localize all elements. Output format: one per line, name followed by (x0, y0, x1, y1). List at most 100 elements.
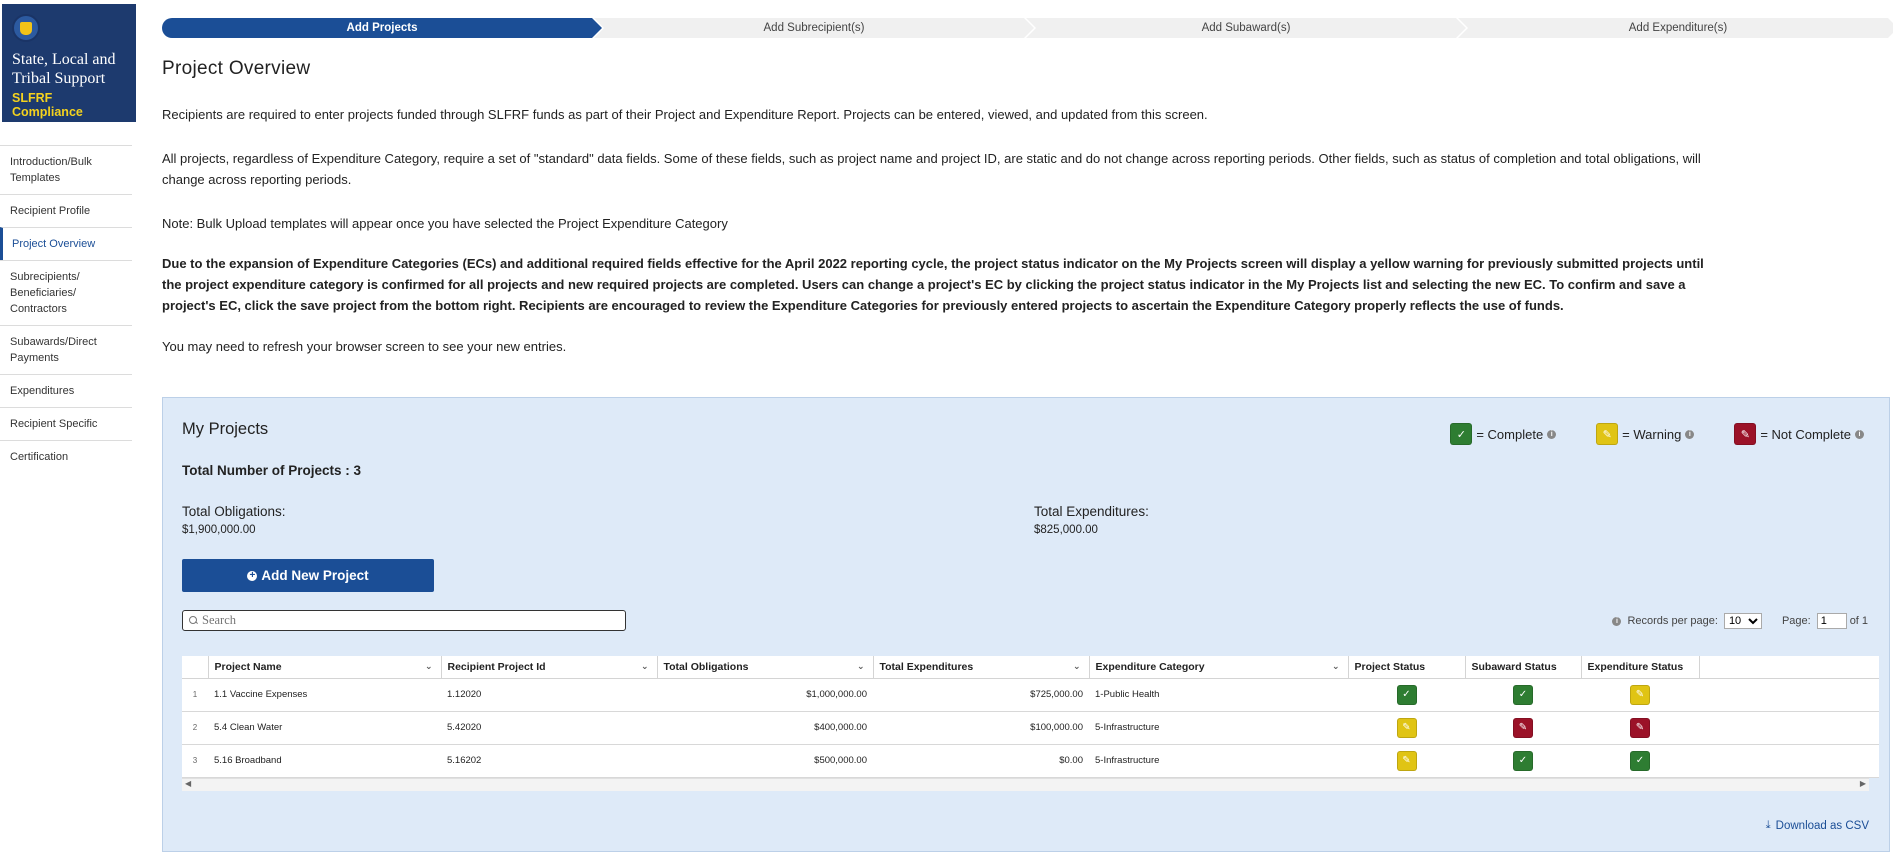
table-row[interactable]: 2 5.4 Clean Water 5.42020 $400,000.00 $100,0… (182, 711, 1879, 745)
main-content: Project Overview Recipients are required… (162, 58, 1722, 354)
column-header-expenditure-category[interactable]: Expenditure Category ⌄ (1089, 656, 1349, 679)
filler-cell (1699, 744, 1879, 778)
column-header-expenditure-status: Expenditure Status (1581, 656, 1700, 679)
sidebar-item-project-overview[interactable]: Project Overview (0, 227, 132, 260)
pencil-icon[interactable]: ✎ (1630, 684, 1650, 705)
search-input[interactable] (202, 613, 602, 628)
records-per-page-select[interactable]: 10 (1723, 613, 1762, 629)
project-status-cell: ✓ (1348, 678, 1465, 712)
sidebar-item-subawards[interactable]: Subawards/Direct Payments (0, 325, 132, 374)
records-per-page-label: Records per page: (1627, 615, 1718, 627)
sidebar-item-recipient-specific[interactable]: Recipient Specific (0, 407, 132, 440)
project-name-cell: 5.16 Broadband (208, 744, 441, 778)
info-icon[interactable]: i (1855, 429, 1864, 439)
expenditure-category-cell: 5-Infrastructure (1089, 744, 1348, 778)
chevron-down-icon[interactable]: ⌄ (1073, 661, 1081, 672)
table-row[interactable]: 1 1.1 Vaccine Expenses 1.12020 $1,000,000.0… (182, 678, 1879, 712)
search-icon (189, 616, 198, 625)
column-header-total-obligations[interactable]: Total Obligations ⌄ (657, 656, 874, 679)
scroll-right-icon[interactable]: ▶ (1860, 779, 1866, 788)
step-add-subrecipients[interactable]: Add Subrecipient(s) (594, 18, 1034, 38)
download-icon: ⤓ (1765, 819, 1771, 831)
brand-title: State, Local and Tribal Support (12, 51, 116, 87)
total-expenditures-label: Total Expenditures: (1034, 504, 1149, 519)
shield-logo-icon (12, 14, 40, 42)
total-expenditures-cell: $100,000.00 (873, 711, 1089, 745)
column-header-recipient-project-id[interactable]: Recipient Project Id ⌄ (441, 656, 658, 679)
add-new-project-button[interactable]: + Add New Project (182, 559, 434, 592)
chevron-down-icon[interactable]: ⌄ (1332, 661, 1340, 672)
subaward-status-cell: ✎ (1465, 711, 1581, 745)
pencil-icon[interactable]: ✎ (1396, 750, 1417, 771)
total-obligations-cell: $400,000.00 (657, 711, 873, 745)
column-header-subaward-status: Subaward Status (1465, 656, 1582, 679)
project-status-cell: ✎ (1348, 711, 1465, 745)
sidebar-item-certification[interactable]: Certification (0, 440, 132, 473)
info-icon[interactable]: i (1685, 429, 1695, 439)
check-icon[interactable]: ✓ (1630, 750, 1650, 771)
sidebar-item-expenditures[interactable]: Expenditures (0, 374, 132, 407)
legend-complete-label: = Complete (1476, 426, 1544, 442)
project-status-cell: ✎ (1348, 744, 1465, 778)
row-number-cell: 3 (182, 744, 208, 778)
chevron-down-icon[interactable]: ⌄ (425, 661, 433, 672)
step-add-subawards[interactable]: Add Subaward(s) (1026, 18, 1466, 38)
brand-subtitle: SLFRF Compliance (12, 91, 83, 119)
subaward-status-cell: ✓ (1465, 678, 1581, 712)
info-icon[interactable]: i (1547, 429, 1557, 439)
column-header-label: Recipient Project Id (447, 660, 546, 673)
legend-warning-label: = Warning (1622, 426, 1682, 442)
column-header-label: Project Name (214, 660, 282, 673)
expenditure-category-cell: 1-Public Health (1089, 678, 1348, 712)
table-row[interactable]: 3 5.16 Broadband 5.16202 $500,000.00 $0.00 5-… (182, 744, 1879, 778)
horizontal-scrollbar[interactable]: ◀ ▶ (182, 777, 1869, 791)
column-header-label: Expenditure Category (1095, 660, 1205, 673)
page-of-label: of (1849, 615, 1859, 627)
check-icon[interactable]: ✓ (1513, 684, 1533, 705)
page-number-input[interactable] (1816, 613, 1847, 629)
sidebar-item-introduction[interactable]: Introduction/Bulk Templates (0, 145, 132, 194)
expenditure-status-cell: ✎ (1581, 678, 1699, 712)
expenditure-status-cell: ✓ (1581, 744, 1699, 778)
check-icon: ✓ (1450, 423, 1473, 445)
pencil-icon[interactable]: ✎ (1513, 717, 1533, 738)
row-number-cell: 2 (182, 711, 208, 745)
total-obligations-cell: $1,000,000.00 (657, 678, 873, 712)
chevron-down-icon[interactable]: ⌄ (857, 661, 865, 672)
filler-cell (1699, 711, 1879, 745)
scroll-left-icon[interactable]: ◀ (185, 779, 191, 788)
my-projects-title: My Projects (182, 420, 269, 438)
projects-table: Project Name ⌄ Recipient Project Id ⌄ Tota… (182, 656, 1879, 778)
sidebar-item-recipient-profile[interactable]: Recipient Profile (0, 194, 132, 227)
total-obligations-value: $1,900,000.00 (182, 524, 256, 536)
column-header-project-name[interactable]: Project Name ⌄ (208, 656, 442, 679)
expenditure-category-cell: 5-Infrastructure (1089, 711, 1348, 745)
step-add-expenditures[interactable]: Add Expenditure(s) (1458, 18, 1893, 38)
chevron-down-icon[interactable]: ⌄ (641, 661, 649, 672)
info-icon[interactable]: i (1612, 616, 1622, 626)
pencil-icon[interactable]: ✎ (1396, 717, 1417, 738)
sidebar-nav: Introduction/Bulk Templates Recipient Pr… (0, 145, 132, 473)
check-icon[interactable]: ✓ (1396, 684, 1417, 705)
pencil-icon[interactable]: ✎ (1630, 717, 1650, 738)
expenditure-status-cell: ✎ (1581, 711, 1699, 745)
table-header-row: Project Name ⌄ Recipient Project Id ⌄ Tota… (182, 656, 1879, 679)
check-icon[interactable]: ✓ (1513, 750, 1533, 771)
column-header-filler (1699, 656, 1879, 679)
pagination: i Records per page: 10 Page: of 1 (1612, 613, 1868, 629)
column-header-total-expenditures[interactable]: Total Expenditures ⌄ (873, 656, 1090, 679)
recipient-project-id-cell: 5.16202 (441, 744, 657, 778)
column-header-label: Total Expenditures (879, 660, 974, 673)
subaward-status-cell: ✓ (1465, 744, 1581, 778)
filler-cell (1699, 678, 1879, 712)
sidebar: State, Local and Tribal Support SLFRF Co… (0, 0, 140, 857)
pencil-icon: ✎ (1596, 423, 1619, 445)
step-add-projects[interactable]: Add Projects (162, 18, 602, 38)
brand-logo[interactable]: State, Local and Tribal Support SLFRF Co… (2, 4, 136, 122)
legend-not-complete-label: = Not Complete (1760, 426, 1851, 442)
download-csv-label: Download as CSV (1775, 819, 1869, 832)
legend-warning: ✎ = Warning i (1596, 423, 1695, 445)
sidebar-item-subrecipients[interactable]: Subrecipients/ Beneficiaries/ Contractor… (0, 260, 132, 325)
download-csv-link[interactable]: ⤓ Download as CSV (1766, 819, 1869, 832)
plus-icon: + (247, 570, 258, 581)
